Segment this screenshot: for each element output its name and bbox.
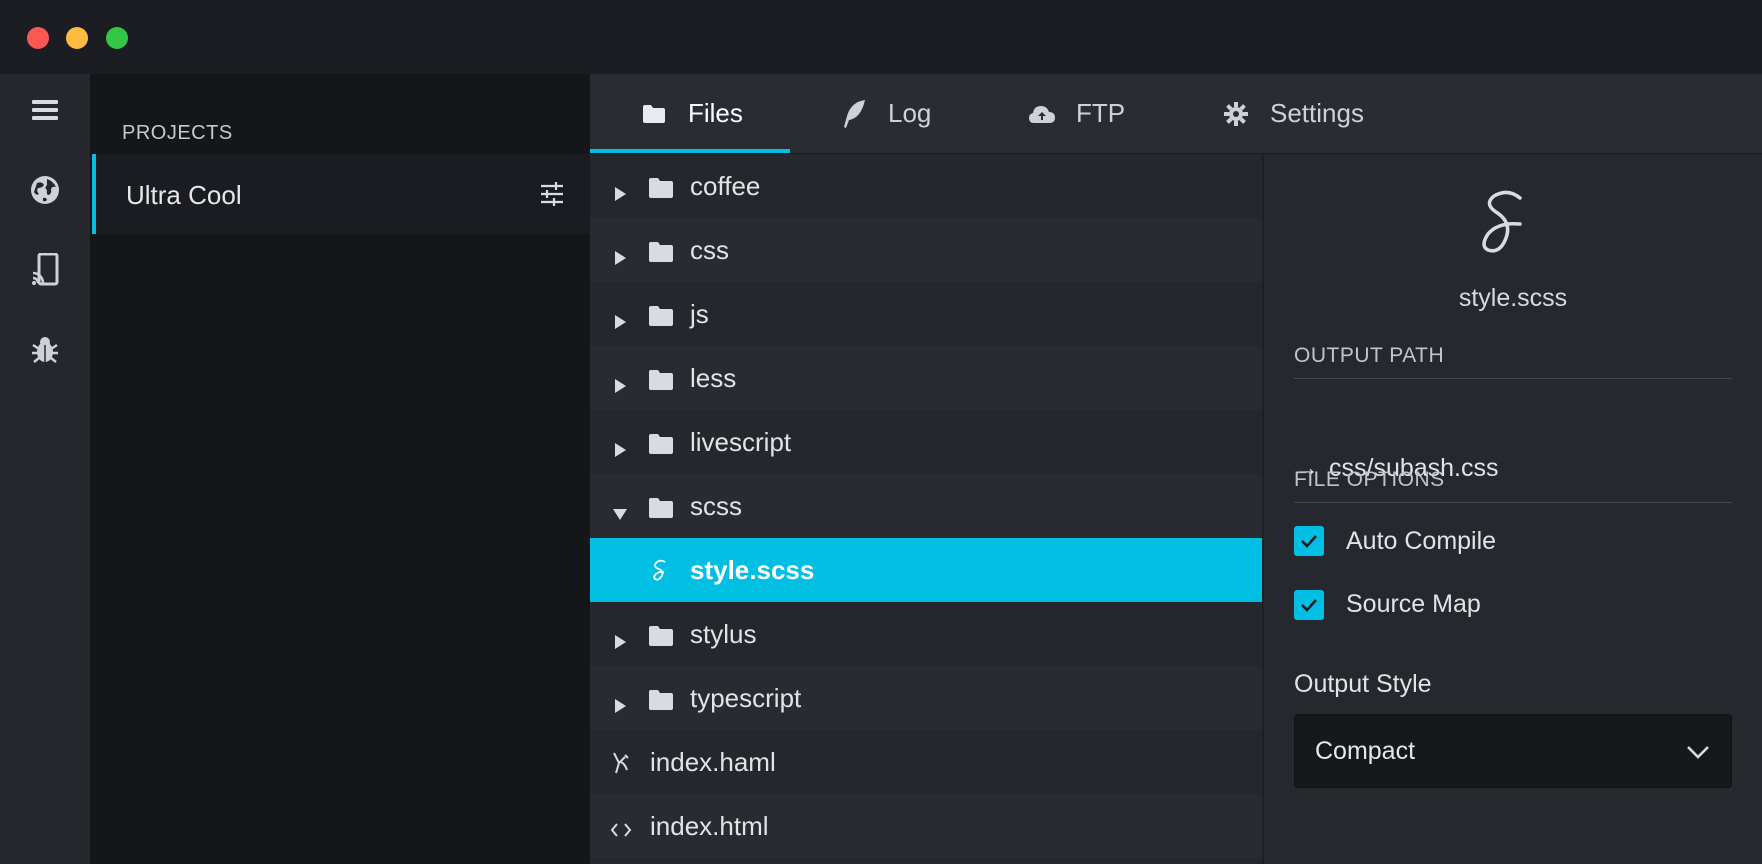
projects-panel: PROJECTS Ultra Cool — [90, 74, 590, 864]
collapse-arrow-icon[interactable] — [612, 498, 628, 520]
expand-arrow-icon[interactable] — [612, 242, 628, 265]
folder-icon — [648, 687, 674, 710]
tree-row-label: scss — [690, 490, 742, 521]
cloud-upload-icon — [1028, 100, 1056, 128]
maximize-window-button[interactable] — [106, 27, 128, 49]
section-divider — [1294, 502, 1732, 503]
tree-row-index-haml[interactable]: index.haml — [590, 730, 1262, 794]
device-cast-icon[interactable] — [25, 250, 65, 290]
tree-row-label: style.scss — [690, 554, 815, 585]
output-style-select[interactable]: Compact — [1294, 714, 1732, 788]
expand-arrow-icon[interactable] — [612, 306, 628, 329]
tree-row-label: stylus — [690, 618, 757, 649]
expand-arrow-icon[interactable] — [612, 626, 628, 649]
tree-row-index-html[interactable]: index.html — [590, 794, 1262, 858]
tree-row-style-scss[interactable]: style.scss — [590, 538, 1262, 602]
tree-row-label: index.haml — [650, 746, 776, 777]
tab-bar: Files Log FTP Settings — [590, 74, 1762, 154]
feather-icon — [840, 99, 868, 128]
expand-arrow-icon[interactable] — [612, 434, 628, 457]
gear-icon — [1222, 100, 1250, 128]
tree-row-typescript[interactable]: typescript — [590, 666, 1262, 730]
minimize-window-button[interactable] — [66, 27, 88, 49]
checkmark-icon — [1301, 535, 1317, 548]
folder-icon — [648, 623, 674, 646]
file-details-panel: style.scss OUTPUT PATH → css/subash.css … — [1264, 154, 1762, 864]
bug-icon[interactable] — [25, 330, 65, 370]
tree-row-livescript[interactable]: livescript — [590, 410, 1262, 474]
tab-settings-label: Settings — [1270, 98, 1364, 128]
folder-icon — [648, 367, 674, 390]
folder-icon — [640, 100, 668, 128]
expand-arrow-icon[interactable] — [612, 370, 628, 393]
haml-icon — [610, 751, 632, 774]
output-path-title: OUTPUT PATH — [1294, 344, 1445, 367]
main-area: Files Log FTP Settings coffee css js les… — [590, 74, 1762, 864]
tree-row-label: index.html — [650, 810, 769, 841]
window-titlebar — [0, 0, 1762, 74]
code-icon — [610, 815, 632, 837]
tree-row-label: css — [690, 234, 729, 265]
source-map-label: Source Map — [1346, 590, 1481, 618]
tree-row-stylus[interactable]: stylus — [590, 602, 1262, 666]
checkmark-icon — [1301, 599, 1317, 612]
projects-header: PROJECTS — [122, 122, 233, 144]
tree-row-less[interactable]: less — [590, 346, 1262, 410]
section-divider — [1294, 378, 1732, 379]
project-item-ultra-cool[interactable]: Ultra Cool — [92, 154, 590, 234]
tree-row-label: typescript — [690, 682, 802, 713]
tree-row-js[interactable]: js — [590, 282, 1262, 346]
tree-row-label: livescript — [690, 426, 792, 457]
tree-row-css[interactable]: css — [590, 218, 1262, 282]
tab-log-label: Log — [888, 98, 932, 128]
output-style-value: Compact — [1315, 737, 1416, 765]
globe-icon[interactable] — [25, 170, 65, 210]
tree-row-label: js — [690, 298, 709, 329]
sass-logo-icon — [1472, 184, 1542, 264]
menu-icon[interactable] — [25, 90, 65, 130]
tab-files-label: Files — [688, 98, 743, 128]
expand-arrow-icon[interactable] — [612, 178, 628, 201]
auto-compile-checkbox[interactable] — [1294, 526, 1324, 556]
tab-log[interactable]: Log — [840, 74, 931, 153]
sliders-icon[interactable] — [538, 180, 566, 208]
chevron-down-icon — [1685, 739, 1711, 765]
active-tab-indicator — [590, 149, 790, 153]
folder-icon — [648, 495, 674, 518]
tree-row-label: less — [690, 362, 737, 393]
source-map-checkbox[interactable] — [1294, 590, 1324, 620]
tree-row-scss[interactable]: scss — [590, 474, 1262, 538]
tree-row-label: coffee — [690, 170, 761, 201]
folder-icon — [648, 303, 674, 326]
close-window-button[interactable] — [27, 27, 49, 49]
tab-ftp-label: FTP — [1076, 98, 1126, 128]
tab-settings[interactable]: Settings — [1222, 74, 1364, 153]
project-name: Ultra Cool — [126, 180, 242, 210]
file-options-title: FILE OPTIONS — [1294, 468, 1445, 491]
folder-icon — [648, 239, 674, 262]
output-style-label: Output Style — [1294, 670, 1432, 698]
sass-icon — [650, 559, 676, 581]
tab-ftp[interactable]: FTP — [1028, 74, 1125, 153]
auto-compile-label: Auto Compile — [1346, 527, 1497, 555]
folder-icon — [648, 431, 674, 454]
file-tree: coffee css js less livescript scss style… — [590, 154, 1262, 864]
icon-rail — [0, 74, 90, 864]
expand-arrow-icon[interactable] — [612, 690, 628, 713]
detail-filename: style.scss — [1458, 284, 1568, 312]
tree-row-coffee[interactable]: coffee — [590, 154, 1262, 218]
tab-files[interactable]: Files — [640, 74, 743, 153]
folder-icon — [648, 175, 674, 198]
